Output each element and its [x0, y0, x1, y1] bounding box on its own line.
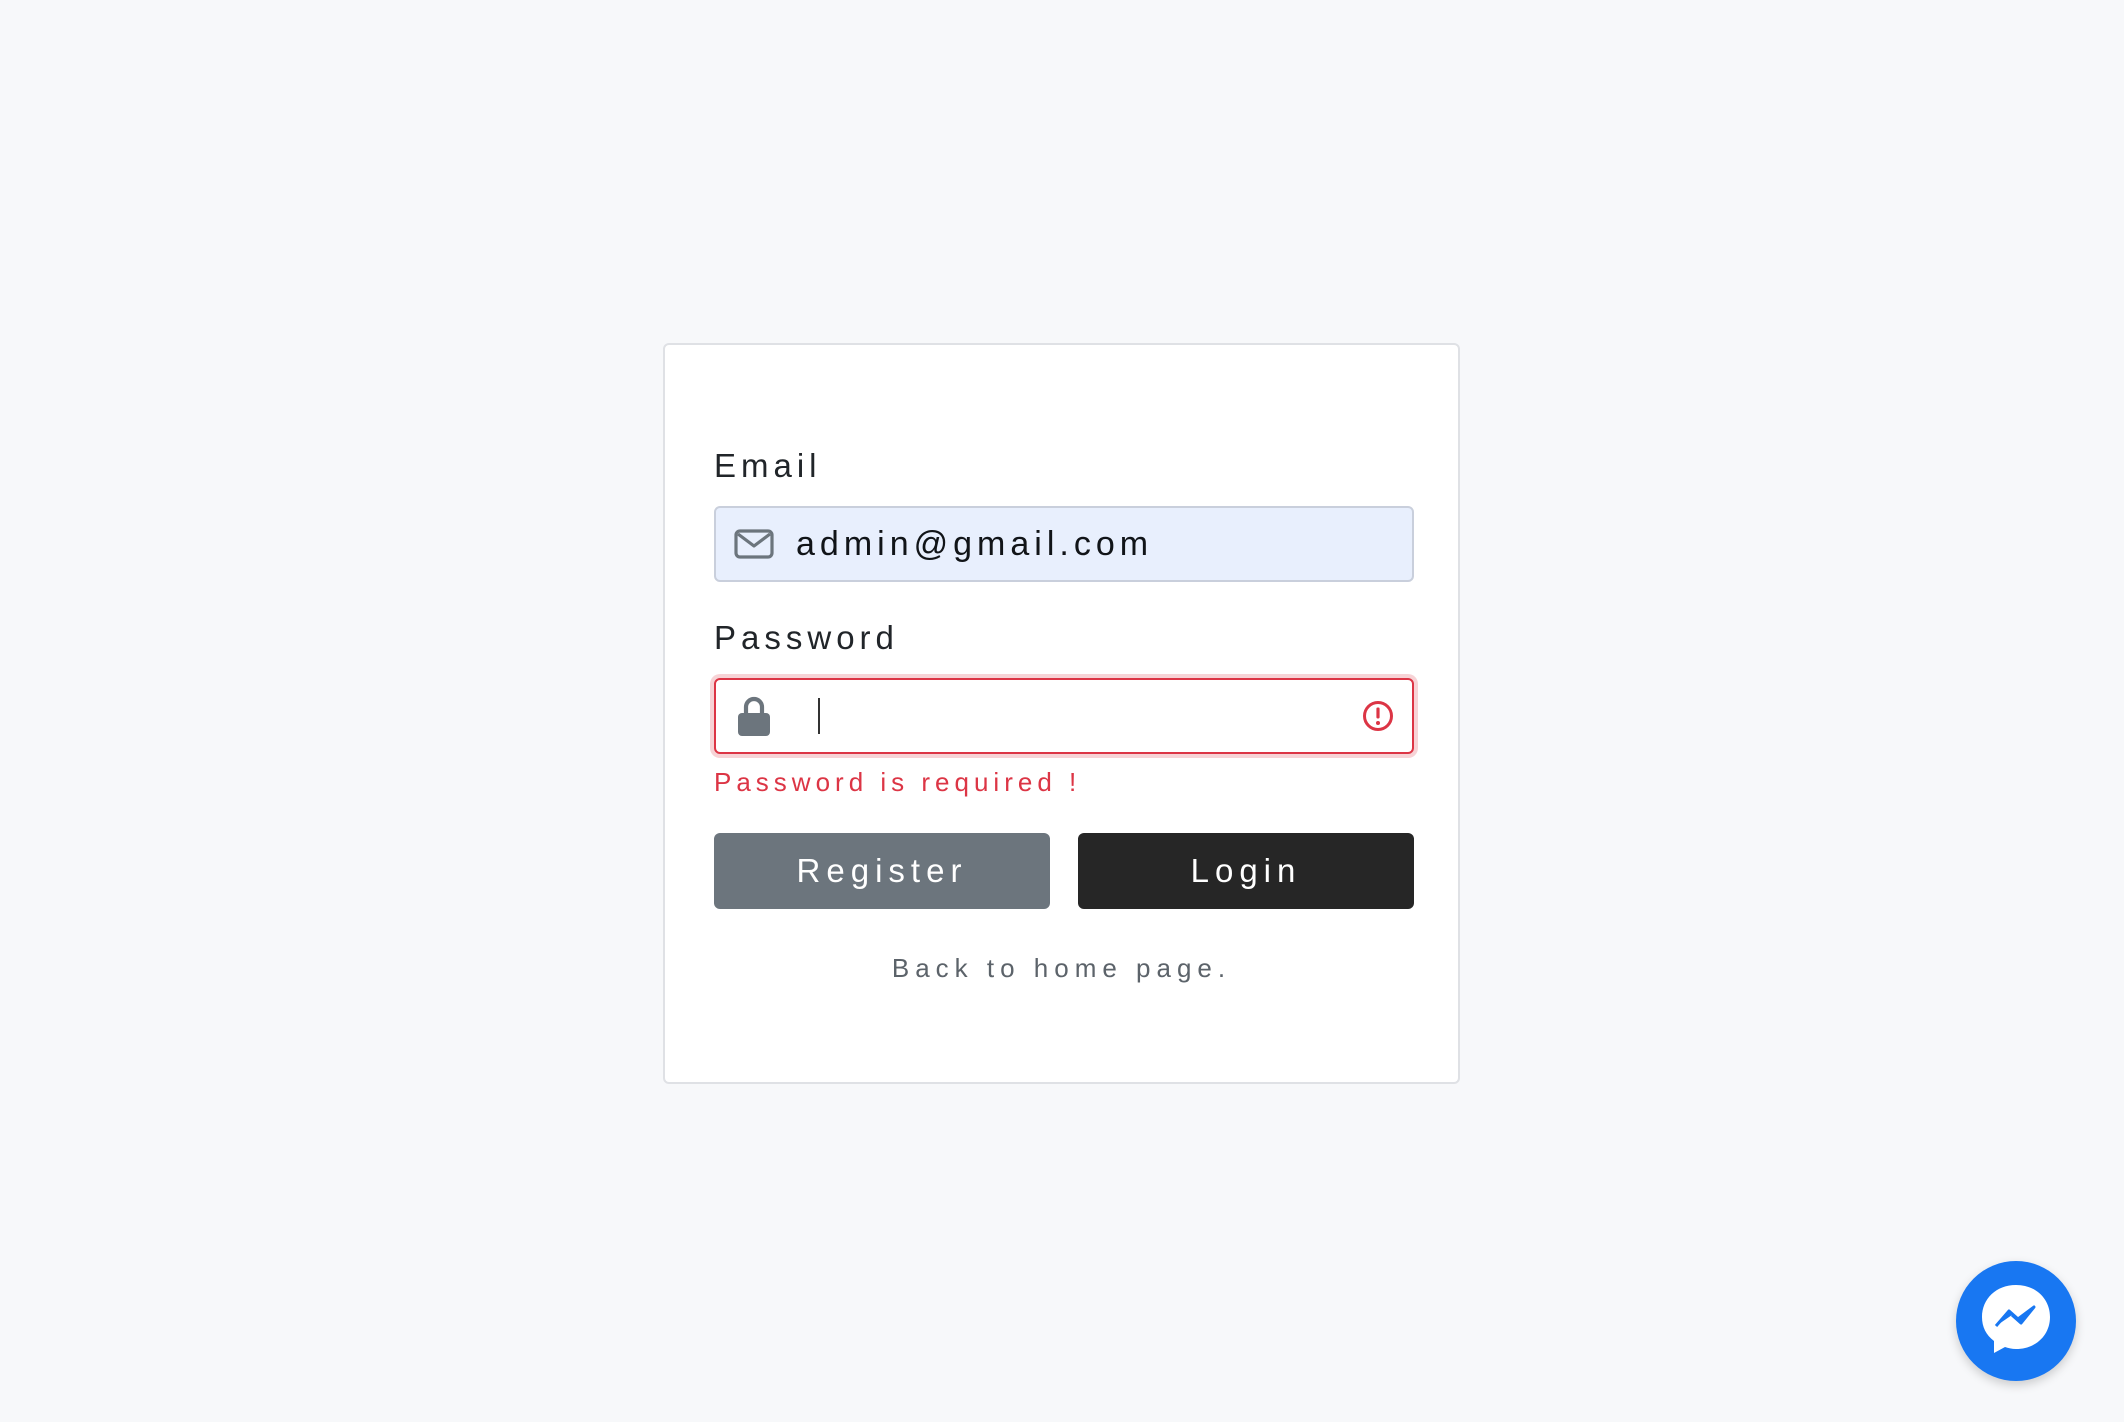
password-field[interactable]: [714, 678, 1414, 754]
lock-icon: [734, 696, 774, 736]
email-field[interactable]: admin@gmail.com: [714, 506, 1414, 582]
back-to-home-link[interactable]: Back to home page.: [665, 955, 1458, 981]
messenger-icon: [1974, 1277, 2058, 1366]
password-label: Password: [714, 619, 899, 656]
messenger-chat-button[interactable]: [1956, 1261, 2076, 1381]
register-button[interactable]: Register: [714, 833, 1050, 909]
envelope-icon: [734, 524, 774, 564]
login-card: Email admin@gmail.com Password Password …: [663, 343, 1460, 1084]
email-value: admin@gmail.com: [796, 525, 1154, 563]
password-error-message: Password is required !: [714, 767, 1082, 797]
exclamation-circle-icon: [1362, 700, 1394, 732]
login-page: Email admin@gmail.com Password Password …: [0, 0, 2124, 1422]
text-cursor: [818, 698, 820, 734]
login-button[interactable]: Login: [1078, 833, 1414, 909]
email-label: Email: [714, 447, 822, 484]
